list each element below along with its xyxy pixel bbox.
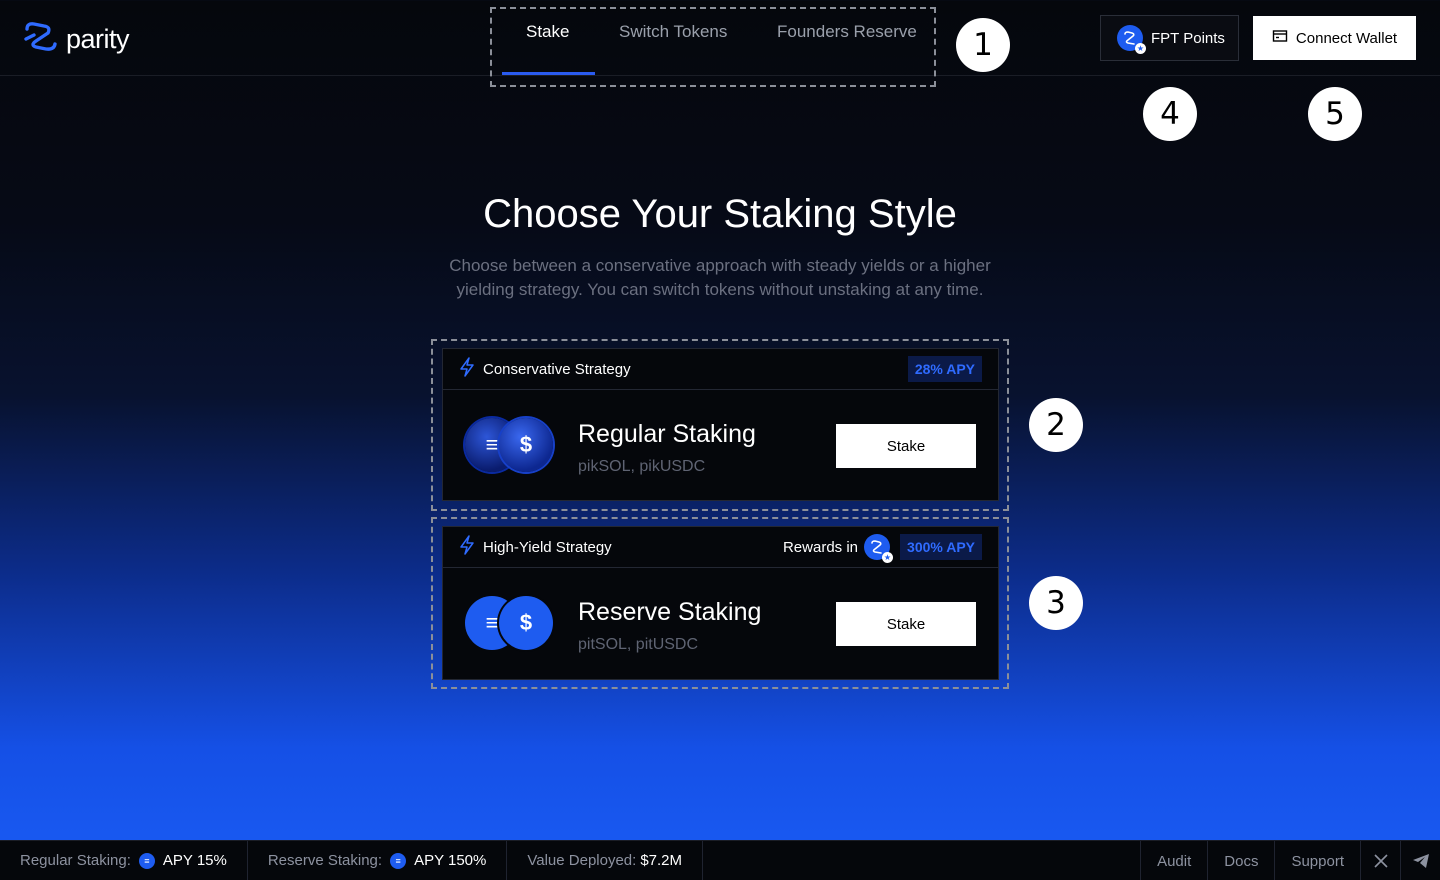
coin-pair: ≡ $: [465, 418, 555, 474]
card-header: Conservative Strategy 28% APY: [443, 349, 998, 390]
telegram-icon[interactable]: [1400, 841, 1440, 880]
brand-logo[interactable]: parity: [24, 20, 130, 59]
value-deployed-stat: Value Deployed: $7.2M: [507, 840, 704, 880]
card-body: ≡ $ Reserve Staking pitSOL, pitUSDC Stak…: [443, 568, 998, 678]
strategy-label: Conservative Strategy: [483, 360, 631, 378]
fpt-token-icon: ★: [1117, 25, 1146, 54]
reserve-staking-apy: APY 150%: [414, 852, 487, 869]
tab-founders-reserve[interactable]: Founders Reserve: [777, 22, 917, 68]
rewards-label: Rewards in: [782, 538, 858, 556]
connect-wallet-button[interactable]: Connect Wallet: [1253, 16, 1416, 60]
reserve-staking-stat: Reserve Staking: ≡ APY 150%: [248, 840, 508, 880]
docs-link[interactable]: Docs: [1207, 841, 1274, 880]
parity-logo-icon: [24, 20, 58, 59]
card-tokens: pikSOL, pikUSDC: [578, 458, 706, 475]
sol-coin-icon: ≡: [390, 852, 407, 869]
active-tab-indicator: [502, 72, 595, 75]
bolt-icon: [459, 535, 475, 559]
callout-1: 1: [956, 18, 1010, 72]
wallet-icon: [1272, 29, 1288, 47]
stake-regular-button[interactable]: Stake: [836, 424, 976, 468]
value-deployed-label: Value Deployed:: [527, 852, 637, 869]
bolt-icon: [459, 357, 475, 381]
audit-link[interactable]: Audit: [1140, 841, 1207, 880]
footer-links: Audit Docs Support: [1140, 841, 1440, 880]
star-icon: ★: [882, 552, 893, 563]
card-header: High-Yield Strategy Rewards in ★ 300% AP…: [443, 527, 998, 568]
callout-5: 5: [1308, 87, 1362, 141]
usdc-coin-icon: $: [499, 418, 553, 472]
regular-staking-label: Regular Staking:: [20, 852, 131, 869]
value-deployed-amount: $7.2M: [640, 852, 683, 869]
fpt-points-label: FPT Points: [1151, 29, 1225, 47]
usdc-coin-icon: $: [499, 596, 553, 650]
regular-staking-apy: APY 15%: [162, 852, 227, 869]
coin-pair: ≡ $: [465, 596, 555, 652]
card-tokens: pitSOL, pitUSDC: [578, 636, 699, 653]
card-body: ≡ $ Regular Staking pikSOL, pikUSDC Stak…: [443, 390, 998, 500]
reserve-staking-card: High-Yield Strategy Rewards in ★ 300% AP…: [442, 526, 999, 680]
rewards-indicator: Rewards in ★: [782, 534, 893, 563]
footer-bar: Regular Staking: ≡ APY 15% Reserve Staki…: [0, 840, 1440, 880]
stake-reserve-button[interactable]: Stake: [836, 602, 976, 646]
strategy-label: High-Yield Strategy: [483, 538, 612, 556]
brand-name: parity: [66, 24, 130, 54]
card-title: Regular Staking: [578, 420, 756, 448]
callout-2: 2: [1029, 398, 1083, 452]
support-link[interactable]: Support: [1274, 841, 1360, 880]
fpt-token-icon: ★: [864, 534, 893, 563]
card-title: Reserve Staking: [578, 598, 762, 626]
connect-wallet-label: Connect Wallet: [1295, 29, 1398, 47]
regular-staking-stat: Regular Staking: ≡ APY 15%: [0, 840, 248, 880]
x-logo-icon[interactable]: [1360, 841, 1400, 880]
apy-badge: 28% APY: [907, 356, 982, 382]
apy-badge: 300% APY: [900, 534, 982, 560]
page-title: Choose Your Staking Style: [483, 192, 957, 236]
tab-switch-tokens[interactable]: Switch Tokens: [619, 22, 727, 68]
page-subtitle: Choose between a conservative approach w…: [449, 256, 991, 299]
star-icon: ★: [1135, 43, 1146, 54]
callout-4: 4: [1143, 87, 1197, 141]
callout-3: 3: [1029, 576, 1083, 630]
regular-staking-card: Conservative Strategy 28% APY ≡ $ Regula…: [442, 348, 999, 501]
tab-stake[interactable]: Stake: [526, 22, 569, 68]
reserve-staking-label: Reserve Staking:: [267, 852, 383, 869]
fpt-points-button[interactable]: ★ FPT Points: [1100, 15, 1239, 61]
sol-coin-icon: ≡: [138, 852, 155, 869]
top-header: parity Stake Switch Tokens Founders Rese…: [0, 0, 1440, 87]
